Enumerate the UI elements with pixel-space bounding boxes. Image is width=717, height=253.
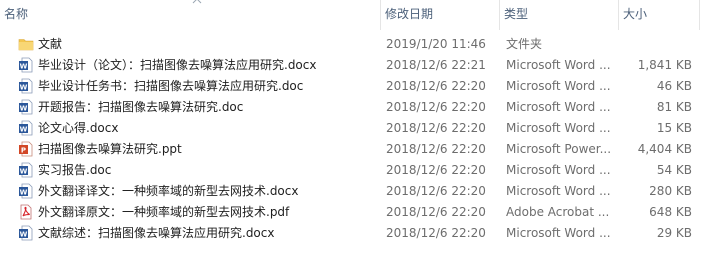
svg-text:W: W [20,104,28,112]
file-row[interactable]: 外文翻译原文：一种频率域的新型去网技术.pdf 2018/12/6 22:20 Ad… [0,202,717,223]
column-header-bar: 名称 修改日期 类型 大小 [0,0,717,30]
word-doc-icon: W [18,78,34,94]
file-row[interactable]: W 外文翻译译文：一种频率域的新型去网技术.docx 2018/12/6 22:20… [0,181,717,202]
word-doc-icon: W [18,57,34,73]
file-size: 46 KB [656,79,692,93]
file-modified-date: 2019/1/20 11:46 [386,37,486,51]
word-doc-icon: W [18,120,34,136]
file-modified-date: 2018/12/6 22:20 [386,79,486,93]
file-row[interactable]: W 毕业设计（论文）：扫描图像去噪算法应用研究.docx 2018/12/6 22:… [0,55,717,76]
file-row[interactable]: P 扫描图像去噪算法研究.ppt 2018/12/6 22:20 Microsoft … [0,139,717,160]
file-size [620,34,692,55]
svg-text:W: W [20,188,28,196]
file-type: Microsoft Word ... [506,121,611,135]
file-size: 15 KB [656,121,692,135]
column-header-type[interactable]: 类型 [500,0,618,30]
file-name: 毕业设计（论文）：扫描图像去噪算法应用研究.docx [38,58,317,72]
file-modified-date: 2018/12/6 22:20 [386,100,486,114]
file-size: 4,404 KB [637,142,692,156]
file-modified-date: 2018/12/6 22:20 [386,121,486,135]
file-row[interactable]: W 开题报告：扫描图像去噪算法研究.doc 2018/12/6 22:20 Micro… [0,97,717,118]
pdf-icon [18,204,34,220]
file-row[interactable]: W 论文心得.docx 2018/12/6 22:20 Microsoft Word … [0,118,717,139]
file-modified-date: 2018/12/6 22:20 [386,226,486,240]
file-size: 280 KB [649,184,692,198]
file-type: Microsoft Word ... [506,226,611,240]
file-type: Microsoft Power... [506,142,612,156]
file-name: 外文翻译原文：一种频率域的新型去网技术.pdf [38,205,290,219]
file-type: Microsoft Word ... [506,100,611,114]
file-name: 毕业设计任务书：扫描图像去噪算法应用研究.doc [38,79,304,93]
column-header-name[interactable]: 名称 [0,0,380,30]
file-name: 实习报告.doc [38,163,112,177]
file-size: 54 KB [656,163,692,177]
svg-text:W: W [20,62,28,70]
file-modified-date: 2018/12/6 22:20 [386,205,486,219]
folder-icon [18,36,34,52]
svg-text:P: P [21,146,26,154]
column-divider[interactable] [699,0,700,30]
svg-text:W: W [20,83,28,91]
file-modified-date: 2018/12/6 22:20 [386,184,486,198]
word-doc-icon: W [18,99,34,115]
file-row[interactable]: W 文献综述：扫描图像去噪算法应用研究.docx 2018/12/6 22:20 Mi… [0,223,717,244]
file-row[interactable]: W 毕业设计任务书：扫描图像去噪算法应用研究.doc 2018/12/6 22:20… [0,76,717,97]
svg-text:W: W [20,125,28,133]
word-doc-icon: W [18,183,34,199]
powerpoint-icon: P [18,141,34,157]
file-type: 文件夹 [506,37,543,51]
file-type: Microsoft Word ... [506,79,611,93]
column-header-date[interactable]: 修改日期 [381,0,499,30]
word-doc-icon: W [18,162,34,178]
file-name: 外文翻译译文：一种频率域的新型去网技术.docx [38,184,299,198]
file-type: Adobe Acrobat ... [506,205,610,219]
file-modified-date: 2018/12/6 22:21 [386,58,486,72]
file-modified-date: 2018/12/6 22:20 [386,163,486,177]
file-size: 81 KB [656,100,692,114]
file-size: 648 KB [649,205,692,219]
file-name: 文献 [38,37,63,51]
file-name: 文献综述：扫描图像去噪算法应用研究.docx [38,226,275,240]
file-name: 开题报告：扫描图像去噪算法研究.doc [38,100,244,114]
file-type: Microsoft Word ... [506,163,611,177]
file-size: 29 KB [656,226,692,240]
svg-text:W: W [20,230,28,238]
column-header-size[interactable]: 大小 [619,0,699,30]
file-name: 扫描图像去噪算法研究.ppt [38,142,182,156]
file-modified-date: 2018/12/6 22:20 [386,142,486,156]
word-doc-icon: W [18,225,34,241]
file-row[interactable]: W 实习报告.doc 2018/12/6 22:20 Microsoft Word .… [0,160,717,181]
svg-text:W: W [20,167,28,175]
file-name: 论文心得.docx [38,121,119,135]
file-row[interactable]: 文献 2019/1/20 11:46 文件夹 [0,34,717,55]
file-type: Microsoft Word ... [506,184,611,198]
file-type: Microsoft Word ... [506,58,611,72]
file-size: 1,841 KB [637,58,692,72]
